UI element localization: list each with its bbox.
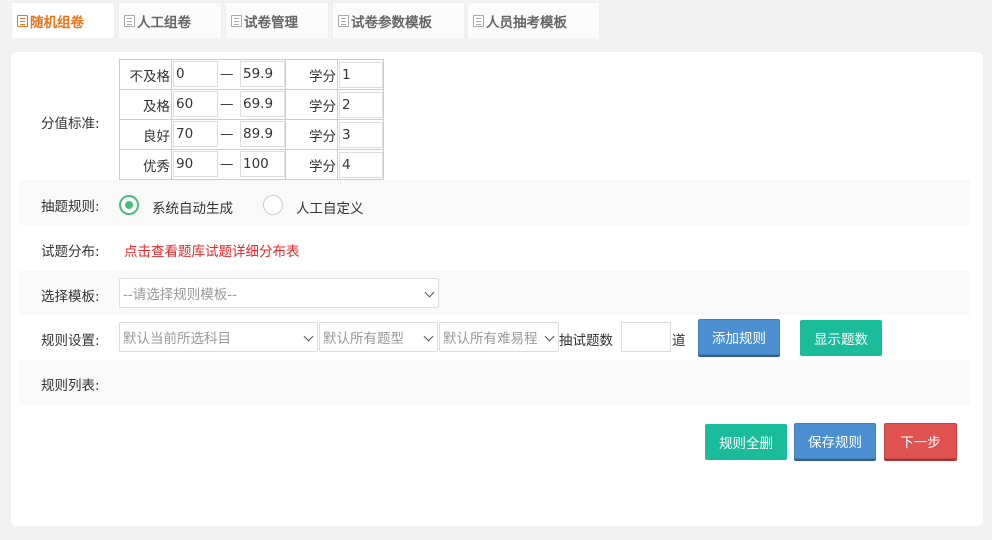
credit-label: 学分 xyxy=(285,89,338,120)
tab-paper-param-template[interactable]: 试卷参数模板 xyxy=(332,2,465,38)
radio-auto-generate-label[interactable]: 系统自动生成 xyxy=(152,197,233,217)
distribution-link[interactable]: 点击查看题库试题详细分布表 xyxy=(124,240,300,260)
grade-name: 不及格 xyxy=(119,59,172,90)
rule-label: 抽题规则: xyxy=(41,199,100,215)
score-to-input[interactable] xyxy=(240,151,285,177)
range-dash: — xyxy=(220,126,234,142)
grade-name: 及格 xyxy=(119,89,172,120)
main-panel: 分值标准: 不及格 — 学分 及格 — 学分 良好 xyxy=(11,52,983,526)
tab-label: 人工组卷 xyxy=(137,14,191,31)
grade-name: 优秀 xyxy=(119,149,172,180)
score-from-input[interactable] xyxy=(173,121,218,147)
range-dash: — xyxy=(220,156,234,172)
next-step-button[interactable]: 下一步 xyxy=(884,423,957,459)
score-from-input[interactable] xyxy=(173,61,218,87)
credit-input[interactable] xyxy=(339,61,383,88)
question-count-input[interactable] xyxy=(621,322,671,352)
subject-select-value: 默认当前所选科目 xyxy=(123,331,231,347)
score-standard-label: 分值标准: xyxy=(41,116,100,132)
range-dash: — xyxy=(220,96,234,112)
chevron-down-icon xyxy=(544,331,555,342)
document-icon xyxy=(124,14,135,27)
subject-select[interactable]: 默认当前所选科目 xyxy=(119,322,318,352)
document-icon xyxy=(231,14,242,27)
chevron-down-icon xyxy=(423,331,434,342)
tab-random-paper[interactable]: 随机组卷 xyxy=(11,2,115,38)
chevron-down-icon xyxy=(303,331,314,342)
tab-label: 试卷管理 xyxy=(244,14,298,31)
chevron-down-icon xyxy=(424,287,435,298)
difficulty-select-value: 默认所有难易程 xyxy=(443,331,538,347)
question-type-select-value: 默认所有题型 xyxy=(323,331,404,347)
delete-all-rules-button[interactable]: 规则全删 xyxy=(705,424,787,460)
settings-label: 规则设置: xyxy=(41,333,100,349)
credit-label: 学分 xyxy=(285,119,338,150)
distribution-label: 试题分布: xyxy=(41,244,100,260)
score-to-input[interactable] xyxy=(240,61,285,87)
radio-manual-custom[interactable] xyxy=(263,195,283,215)
range-dash: — xyxy=(220,66,234,82)
document-icon xyxy=(338,14,349,27)
tab-manual-paper[interactable]: 人工组卷 xyxy=(118,2,222,38)
question-type-select[interactable]: 默认所有题型 xyxy=(319,322,438,352)
tab-label: 随机组卷 xyxy=(30,14,84,31)
add-rule-button[interactable]: 添加规则 xyxy=(698,319,780,355)
score-row: 优秀 — 学分 xyxy=(119,149,384,180)
score-standard-table: 不及格 — 学分 及格 — 学分 良好 — xyxy=(119,59,384,180)
show-count-button[interactable]: 显示题数 xyxy=(800,320,882,356)
score-to-input[interactable] xyxy=(240,121,285,147)
score-from-input[interactable] xyxy=(173,91,218,117)
tab-personnel-exam-template[interactable]: 人员抽考模板 xyxy=(467,2,600,38)
rule-list-row xyxy=(19,360,970,405)
score-row: 不及格 — 学分 xyxy=(119,59,384,90)
score-to-input[interactable] xyxy=(240,91,285,117)
credit-label: 学分 xyxy=(285,149,338,180)
credit-input[interactable] xyxy=(339,151,383,178)
tab-paper-management[interactable]: 试卷管理 xyxy=(225,2,329,38)
document-icon xyxy=(17,14,28,27)
score-row: 及格 — 学分 xyxy=(119,89,384,120)
question-count-label: 抽试题数 xyxy=(559,333,613,349)
question-count-unit: 道 xyxy=(672,333,686,349)
credit-input[interactable] xyxy=(339,121,383,148)
difficulty-select[interactable]: 默认所有难易程 xyxy=(439,322,559,352)
grade-name: 良好 xyxy=(119,119,172,150)
save-rule-button[interactable]: 保存规则 xyxy=(794,423,876,459)
rule-list-label: 规则列表: xyxy=(41,378,100,394)
template-select[interactable]: --请选择规则模板-- xyxy=(119,278,439,308)
document-icon xyxy=(473,14,484,27)
credit-input[interactable] xyxy=(339,91,383,118)
score-row: 良好 — 学分 xyxy=(119,119,384,150)
tab-label: 试卷参数模板 xyxy=(351,14,432,31)
template-select-value: --请选择规则模板-- xyxy=(123,287,237,303)
template-label: 选择模板: xyxy=(41,289,100,305)
credit-label: 学分 xyxy=(285,59,338,90)
radio-manual-custom-label[interactable]: 人工自定义 xyxy=(296,197,364,217)
radio-auto-generate[interactable] xyxy=(119,195,139,215)
tab-label: 人员抽考模板 xyxy=(486,14,567,31)
score-from-input[interactable] xyxy=(173,151,218,177)
